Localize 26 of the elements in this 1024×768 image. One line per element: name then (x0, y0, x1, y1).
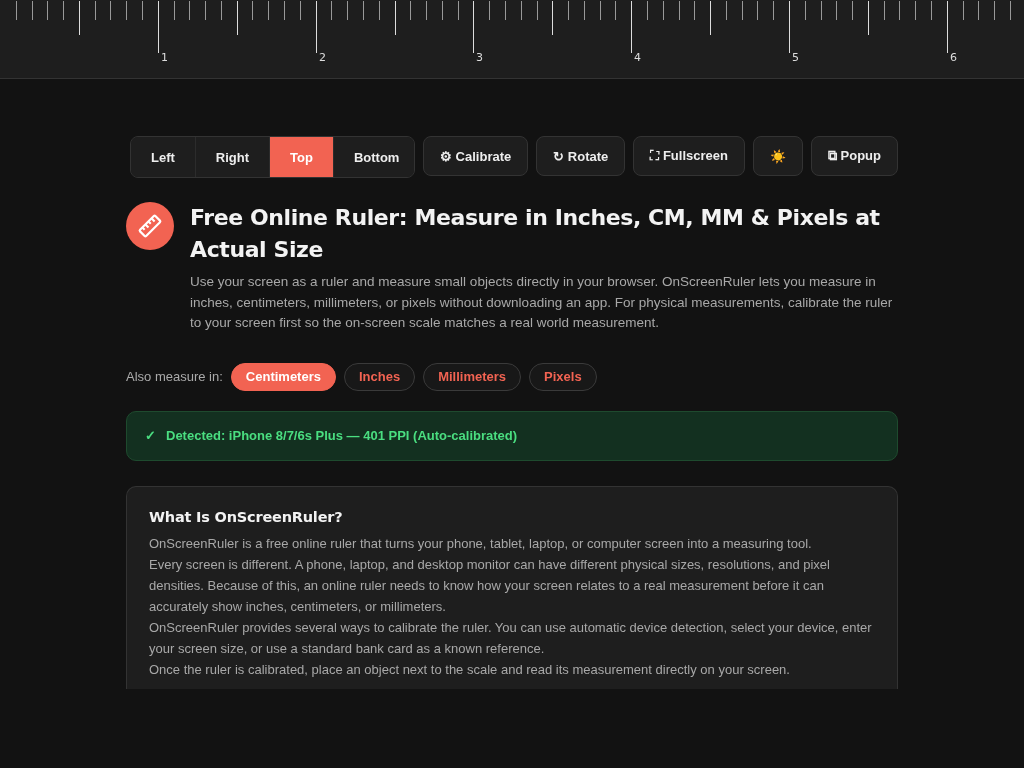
toolbar-button[interactable]: ↻ Rotate (536, 136, 626, 176)
scale-number: 6 (950, 51, 957, 64)
card-paragraph: OnScreenRuler provides several ways to calibrate the ruler. You can use automatic device detection, select your device, enter your screen size, or use a standard bank card as a known reference. (149, 618, 873, 658)
intro-text: Use your screen as a ruler and measure small objects directly in your browser. OnScreenRuler lets you measure in inches, centimeters, millimeters, or pixels without downloading an app. For physical measurements, calibrate the ruler to your screen first so the on-screen scale matches a real world measurement. (190, 273, 894, 332)
unit-link[interactable]: Pixels (529, 362, 597, 391)
toolbar-button[interactable]: ⛶ Fullscreen (633, 136, 745, 176)
card-paragraph: OnScreenRuler is a free online ruler that turns your phone, tablet, laptop, or computer screen into a measuring tool. (149, 534, 813, 553)
toolbar-button[interactable]: ⚙ Calibrate (423, 136, 529, 176)
card-paragraph: Once the ruler is calibrated, place an object next to the scale and read its measurement directly on your screen. (149, 660, 791, 679)
ruler-logo-icon (126, 202, 174, 250)
scale-number: 1 (161, 51, 168, 64)
scale-number: 5 (792, 51, 799, 64)
scale-number: 4 (634, 51, 641, 64)
position-tab[interactable]: Left (131, 137, 196, 177)
card-heading: What Is OnScreenRuler? (149, 508, 344, 525)
toolbar-button[interactable]: ☀ (752, 136, 803, 176)
scale-number: 2 (319, 51, 326, 64)
detection-text: Detected: iPhone 8/7/6s Plus — 401 PPI (Auto-calibrated) (166, 428, 518, 443)
card-paragraph: Every screen is different. A phone, laptop, and desktop monitor can have different physical sizes, resolutions, and pixel densities. Because of this, an online ruler needs to know how your screen relates to a real measurement before it can accurately show inches, centimeters, or millimeters. (149, 555, 831, 616)
unit-link[interactable]: Inches (343, 362, 416, 391)
unit-link[interactable]: Millimeters (423, 362, 522, 391)
units-label: Also measure in: (126, 369, 223, 384)
check-icon: ✓ (145, 428, 156, 443)
toolbar-button[interactable]: ⧉ Popup (810, 136, 898, 176)
page-title: Free Online Ruler: Measure in Inches, CM, MM & Pixels at Actual Size (190, 204, 881, 264)
scale-number: 3 (476, 51, 483, 64)
